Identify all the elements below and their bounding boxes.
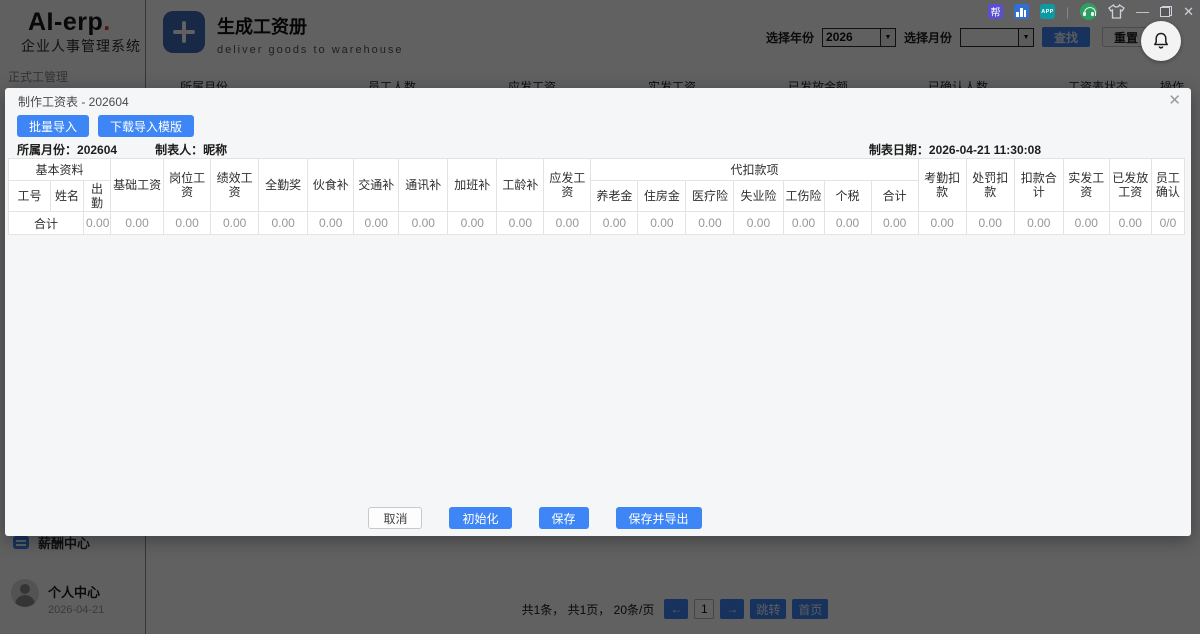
total-cell: 0.00 xyxy=(448,212,497,235)
column-header: 基础工资 xyxy=(111,159,164,212)
total-cell: 0.00 xyxy=(966,212,1014,235)
column-header: 绩效工资 xyxy=(211,159,259,212)
column-header: 工号 xyxy=(9,181,51,212)
column-header: 个税 xyxy=(824,181,871,212)
save-button[interactable]: 保存 xyxy=(539,507,589,529)
total-cell: 0.00 xyxy=(918,212,966,235)
total-cell: 0.00 xyxy=(399,212,448,235)
column-header: 交通补 xyxy=(354,159,399,212)
total-cell: 0.00 xyxy=(111,212,164,235)
total-cell: 0.00 xyxy=(686,212,734,235)
help-icon[interactable]: 帮 xyxy=(988,4,1003,19)
column-header: 员工确认 xyxy=(1151,159,1184,212)
total-cell: 0.00 xyxy=(354,212,399,235)
customer-service-icon[interactable] xyxy=(1080,3,1097,20)
total-cell: 0.00 xyxy=(734,212,783,235)
column-header: 岗位工资 xyxy=(164,159,211,212)
dialog-title: 制作工资表 - 202604 xyxy=(18,93,129,110)
chart-icon[interactable] xyxy=(1014,4,1029,19)
batch-import-button[interactable]: 批量导入 xyxy=(17,115,89,137)
column-header: 考勤扣款 xyxy=(918,159,966,212)
column-header: 住房金 xyxy=(638,181,686,212)
total-cell: 0.00 xyxy=(591,212,638,235)
total-cell: 0.00 xyxy=(871,212,918,235)
column-header: 扣款合计 xyxy=(1014,159,1063,212)
total-cell: 0.00 xyxy=(1109,212,1151,235)
total-cell: 0.00 xyxy=(783,212,824,235)
column-header: 伙食补 xyxy=(308,159,354,212)
create-salary-sheet-dialog: 制作工资表 - 202604 ✕ 批量导入 下载导入模版 所属月份：202604… xyxy=(5,88,1191,536)
confirm-total-cell: 0/0 xyxy=(1151,212,1184,235)
creator-label: 制表人： xyxy=(155,143,203,157)
month-label: 所属月份： xyxy=(17,143,77,157)
titlebar: 帮 APP | — ✕ xyxy=(988,3,1194,20)
column-header: 加班补 xyxy=(448,159,497,212)
date-value: 2026-04-21 11:30:08 xyxy=(929,143,1041,157)
total-cell: 0.00 xyxy=(497,212,544,235)
month-value: 202604 xyxy=(77,143,117,157)
column-header: 实发工资 xyxy=(1063,159,1109,212)
column-header: 工伤险 xyxy=(783,181,824,212)
total-cell: 0.00 xyxy=(544,212,591,235)
total-cell: 0.00 xyxy=(1014,212,1063,235)
column-header: 合计 xyxy=(871,181,918,212)
column-header: 失业险 xyxy=(734,181,783,212)
divider: | xyxy=(1066,5,1069,19)
total-cell: 0.00 xyxy=(308,212,354,235)
bell-icon xyxy=(1151,31,1171,51)
date-label: 制表日期： xyxy=(869,143,929,157)
restore-button[interactable] xyxy=(1160,6,1172,17)
minimize-button[interactable]: — xyxy=(1136,4,1149,19)
column-header: 姓名 xyxy=(51,181,84,212)
group-header-basic: 基本资料 xyxy=(9,159,111,181)
notification-button[interactable] xyxy=(1141,21,1181,61)
creator-value: 昵称 xyxy=(203,143,227,157)
total-cell: 0.00 xyxy=(164,212,211,235)
download-template-button[interactable]: 下载导入模版 xyxy=(98,115,194,137)
group-header-deduction: 代扣款项 xyxy=(591,159,918,181)
total-cell: 0.00 xyxy=(259,212,308,235)
theme-skin-icon[interactable] xyxy=(1108,4,1125,19)
total-cell: 0.00 xyxy=(1063,212,1109,235)
column-header: 全勤奖 xyxy=(259,159,308,212)
total-cell: 0.00 xyxy=(84,212,111,235)
save-and-export-button[interactable]: 保存并导出 xyxy=(616,507,702,529)
close-dialog-button[interactable]: ✕ xyxy=(1168,91,1181,109)
salary-table: 基本资料 基础工资 岗位工资 绩效工资 全勤奖 伙食补 交通补 通讯补 加班补 … xyxy=(8,158,1185,235)
column-header: 出勤 xyxy=(84,181,111,212)
column-header: 工龄补 xyxy=(497,159,544,212)
sheet-meta: 所属月份：202604 制表人：昵称 制表日期：2026-04-21 11:30… xyxy=(17,141,1179,158)
column-header: 医疗险 xyxy=(686,181,734,212)
close-window-button[interactable]: ✕ xyxy=(1183,4,1194,19)
column-header: 已发放工资 xyxy=(1109,159,1151,212)
totals-label: 合计 xyxy=(9,212,84,235)
column-header: 处罚扣款 xyxy=(966,159,1014,212)
column-header: 通讯补 xyxy=(399,159,448,212)
total-cell: 0.00 xyxy=(638,212,686,235)
column-header: 养老金 xyxy=(591,181,638,212)
totals-row: 合计 0.00 0.00 0.00 0.00 0.00 0.00 0.00 0.… xyxy=(9,212,1185,235)
total-cell: 0.00 xyxy=(211,212,259,235)
cancel-button[interactable]: 取消 xyxy=(368,507,422,529)
initialize-button[interactable]: 初始化 xyxy=(449,507,511,529)
column-header: 应发工资 xyxy=(544,159,591,212)
total-cell: 0.00 xyxy=(824,212,871,235)
app-download-icon[interactable]: APP xyxy=(1040,4,1055,19)
